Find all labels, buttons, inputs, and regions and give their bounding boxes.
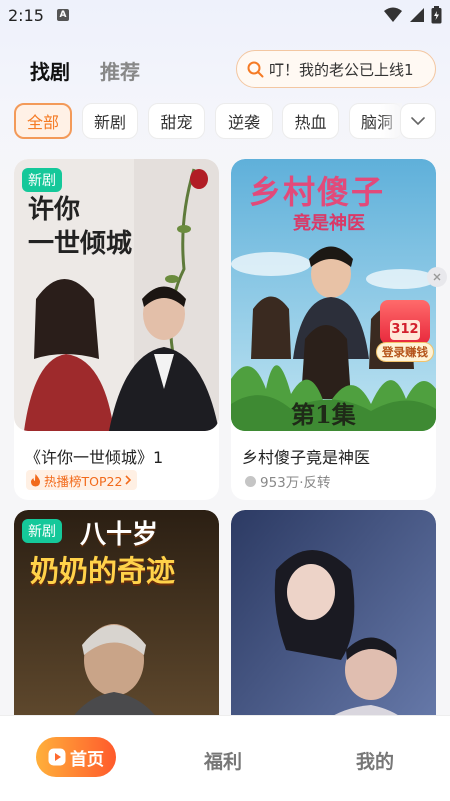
poster-title-line1: 八十岁 [80, 520, 159, 550]
tab-recommend[interactable]: 推荐 [100, 56, 140, 85]
poster-episode: 第1集 [291, 400, 356, 429]
chip-fade [380, 103, 402, 139]
poster-title-line1: 乡村傻子 [249, 173, 386, 211]
chip-passion[interactable]: 热血 [282, 103, 339, 139]
flame-icon [30, 473, 41, 486]
chip-sweet[interactable]: 甜宠 [148, 103, 205, 139]
chip-all[interactable]: 全部 [14, 103, 72, 139]
poster-title-line2: 竟是神医 [293, 213, 365, 234]
login-earn-widget[interactable]: 312 登录赚钱 [376, 300, 434, 364]
chevron-down-icon [411, 116, 425, 125]
drama-poster[interactable]: 许你 一世倾城 [14, 159, 219, 431]
drama-card[interactable]: 许你 一世倾城 新剧 《许你一世倾城》1 热播榜TOP22 [14, 159, 219, 500]
view-count: 953万·反转 [245, 471, 331, 491]
status-bar: 2:15 A [0, 0, 450, 32]
poster-title-line2: 奶奶的奇迹 [30, 554, 176, 588]
poster-title-line2: 一世倾城 [28, 229, 133, 259]
drama-poster[interactable]: 乡村傻子 竟是神医 第1集 [231, 159, 436, 431]
search-placeholder: 叮！我的老公已上线1 [269, 60, 414, 79]
new-badge: 新剧 [22, 168, 62, 192]
notification-icon: A [57, 9, 69, 21]
chip-comeback[interactable]: 逆袭 [215, 103, 273, 139]
tab-find[interactable]: 找剧 [30, 56, 70, 85]
search-input[interactable]: 叮！我的老公已上线1 [236, 50, 436, 88]
earn-label: 登录赚钱 [376, 342, 434, 362]
battery-icon [431, 6, 442, 24]
search-icon [247, 61, 264, 77]
status-time: 2:15 [8, 6, 44, 25]
bottom-nav: 首页 福利 我的 [0, 715, 450, 801]
category-chips: 全部 新剧 甜宠 逆袭 热血 脑洞 [14, 103, 450, 141]
nav-mine-button[interactable]: 我的 [356, 747, 394, 774]
nav-home-button[interactable]: 首页 [36, 737, 116, 777]
play-count-icon [245, 475, 256, 487]
nav-welfare-button[interactable]: 福利 [204, 747, 242, 774]
rank-tag-label: 热播榜TOP22 [44, 473, 123, 489]
signal-icon [410, 8, 424, 22]
wifi-icon [384, 7, 402, 22]
close-widget-button[interactable] [427, 267, 447, 287]
drama-title: 《许你一世倾城》1 [25, 448, 164, 467]
rank-tag: 热播榜TOP22 [26, 470, 138, 490]
close-icon [433, 273, 441, 281]
nav-home-label: 首页 [70, 749, 104, 770]
play-icon [48, 748, 66, 766]
poster-title-line1: 许你 [28, 195, 81, 225]
status-indicators [383, 6, 442, 24]
expand-categories-button[interactable] [400, 103, 436, 139]
new-badge: 新剧 [22, 519, 62, 543]
earn-amount: 312 [390, 320, 420, 340]
chip-new[interactable]: 新剧 [82, 103, 138, 139]
view-count-label: 953万·反转 [260, 475, 331, 491]
drama-title: 乡村傻子竟是神医 [242, 448, 371, 467]
chevron-right-icon [125, 475, 132, 485]
